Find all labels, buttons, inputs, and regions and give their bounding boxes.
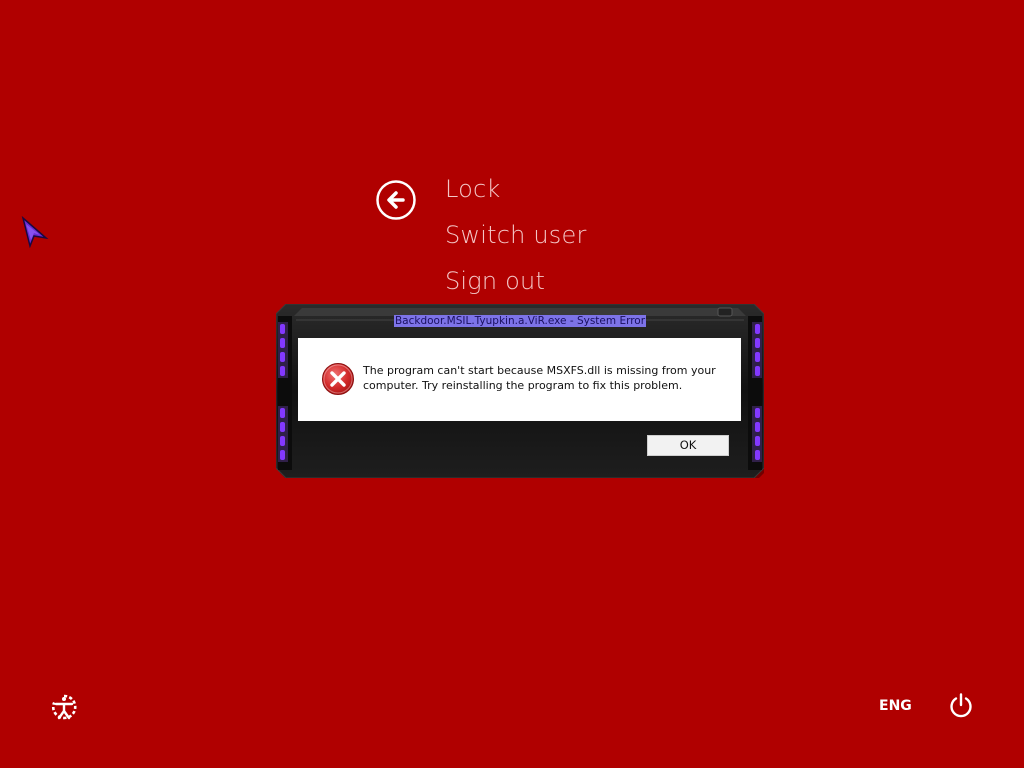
system-error-dialog: Backdoor.MSIL.Tyupkin.a.ViR.exe - System…	[276, 304, 764, 478]
lock-option[interactable]: Lock	[445, 174, 501, 204]
error-message: The program can't start because MSXFS.dl…	[363, 363, 733, 393]
ok-button[interactable]: OK	[647, 435, 729, 456]
language-indicator[interactable]: ENG	[879, 697, 912, 715]
sign-out-option[interactable]: Sign out	[445, 266, 545, 296]
error-message-line-1: The program can't start because MSXFS.dl…	[363, 364, 716, 377]
dialog-content: The program can't start because MSXFS.dl…	[298, 338, 741, 421]
back-arrow-icon	[376, 180, 416, 220]
back-button[interactable]	[376, 180, 416, 220]
power-icon[interactable]	[948, 692, 974, 720]
switch-user-option[interactable]: Switch user	[445, 220, 587, 250]
mouse-cursor-icon	[20, 215, 50, 250]
error-message-line-2: computer. Try reinstalling the program t…	[363, 379, 683, 392]
ease-of-access-icon[interactable]	[50, 693, 78, 721]
error-icon	[321, 362, 355, 396]
dialog-title-text: Backdoor.MSIL.Tyupkin.a.ViR.exe - System…	[393, 315, 647, 327]
dialog-title: Backdoor.MSIL.Tyupkin.a.ViR.exe - System…	[276, 314, 764, 328]
